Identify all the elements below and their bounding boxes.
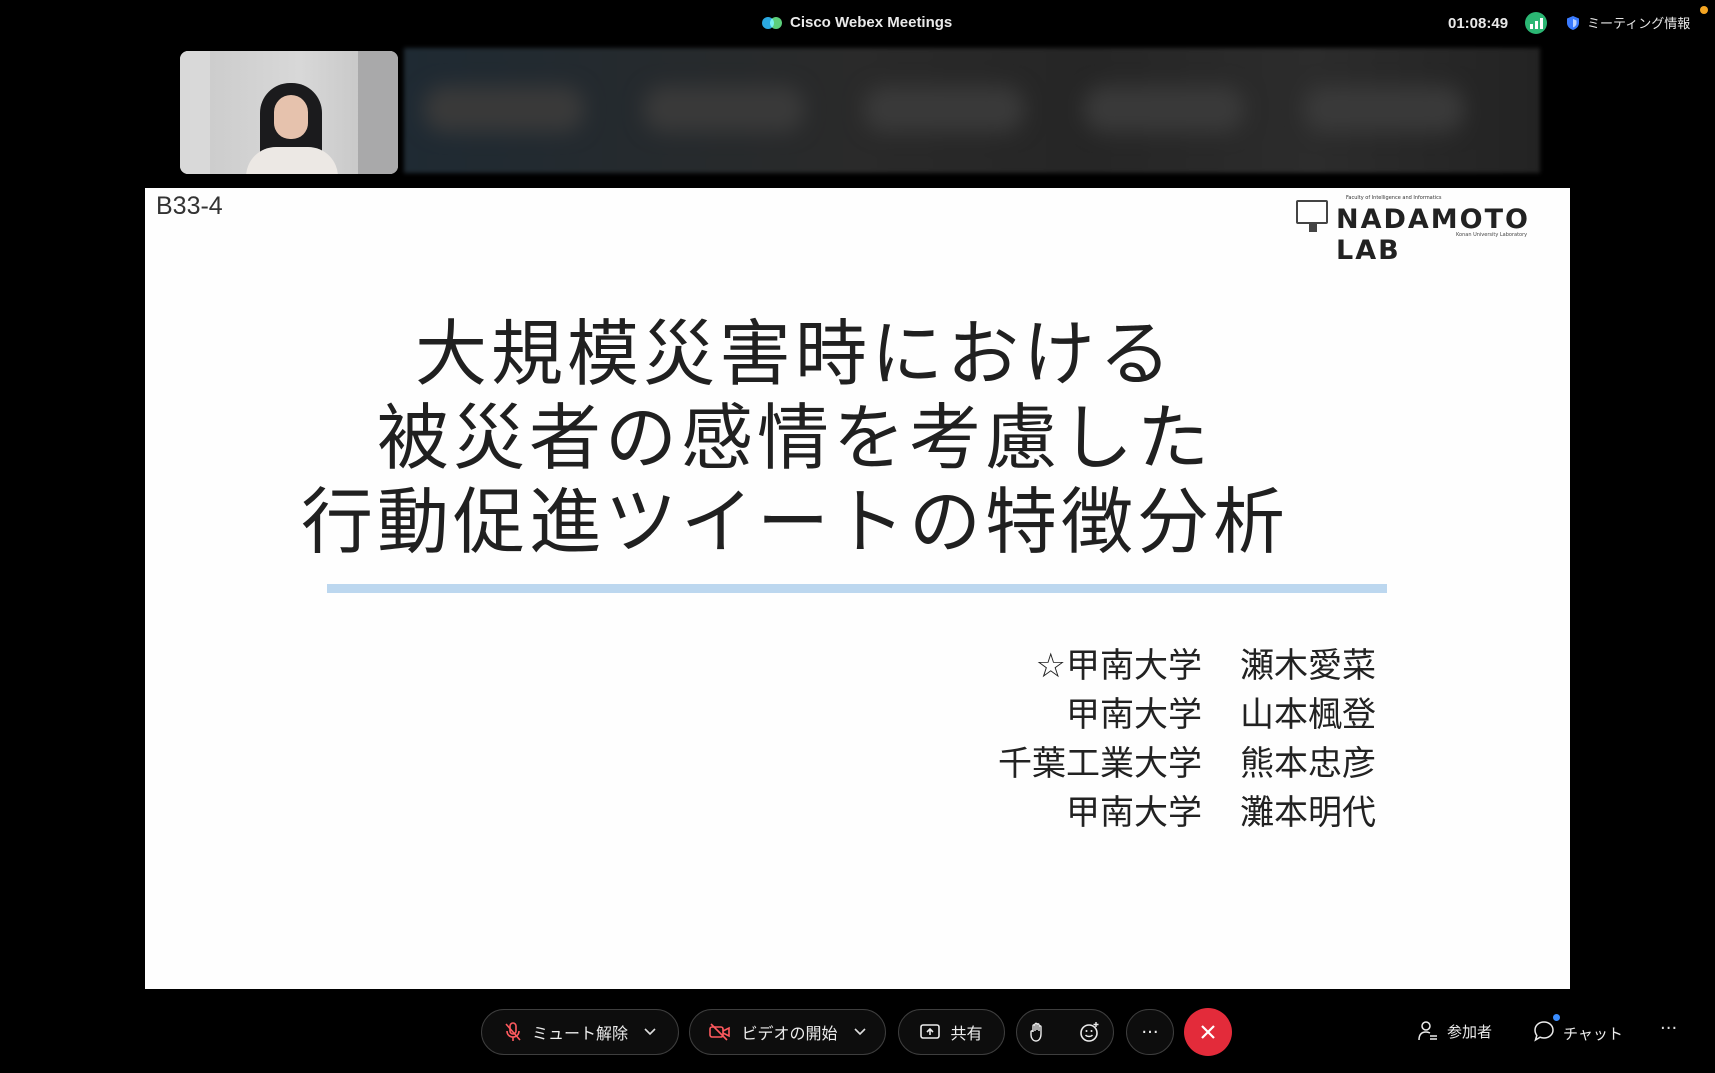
author-affiliation: 千葉工業大学	[998, 744, 1202, 784]
start-video-button[interactable]: ビデオの開始	[689, 1009, 886, 1055]
emoji-icon[interactable]	[1079, 1021, 1101, 1043]
chat-label: チャット	[1563, 1024, 1623, 1043]
title-bar: Cisco Webex Meetings 01:08:49 ミーティング情報	[0, 0, 1715, 48]
reactions-group	[1016, 1009, 1114, 1055]
chat-unread-badge	[1553, 1014, 1560, 1021]
author-name: 山本楓登	[1240, 695, 1376, 735]
meeting-info-button[interactable]: ミーティング情報	[1567, 13, 1690, 32]
participants-label: 参加者	[1447, 1022, 1493, 1041]
participants-button[interactable]: 参加者	[1417, 1020, 1492, 1042]
notification-dot	[1700, 6, 1708, 14]
meeting-info-label: ミーティング情報	[1587, 17, 1691, 32]
slide-title-line: 大規模災害時における	[414, 312, 1175, 396]
overflow-menu-button[interactable]: ···	[1660, 1018, 1677, 1039]
more-label: ···	[1141, 1021, 1159, 1043]
author-row: 甲南大学 灘本明代	[998, 789, 1380, 838]
meeting-timer: 01:08:49	[1448, 15, 1509, 32]
lab-logo: Faculty of Intelligence and Informatics …	[1296, 194, 1566, 266]
more-options-button[interactable]: ···	[1126, 1009, 1174, 1055]
participants-icon	[1418, 1021, 1437, 1041]
chevron-down-icon[interactable]	[853, 1028, 866, 1036]
monitor-icon	[1296, 200, 1328, 224]
signal-strength-icon[interactable]	[1525, 12, 1547, 34]
start-video-label: ビデオの開始	[741, 1024, 838, 1043]
lab-name: NADAMOTO LAB	[1336, 204, 1530, 266]
author-list: ☆甲南大学 瀬木愛菜 甲南大学 山本楓登 千葉工業大学 熊本忠彦 甲南大学 灘本…	[998, 642, 1380, 838]
share-screen-icon	[920, 1024, 941, 1039]
author-name: 灘本明代	[1240, 793, 1376, 833]
slide-title: 大規模災害時における 被災者の感情を考慮した 行動促進ツイートの特徴分析	[145, 312, 1445, 564]
self-video-thumbnail[interactable]	[180, 51, 398, 174]
app-title: Cisco Webex Meetings	[762, 14, 952, 31]
share-button[interactable]: 共有	[898, 1009, 1005, 1055]
participant-body	[246, 147, 338, 174]
title-underline	[327, 584, 1387, 593]
chevron-down-icon[interactable]	[644, 1028, 656, 1036]
background-door	[180, 51, 210, 174]
shared-content-slide: B33-4 Faculty of Intelligence and Inform…	[145, 188, 1570, 989]
participant-face	[274, 95, 308, 139]
unmute-label: ミュート解除	[531, 1024, 628, 1043]
slide-title-line: 被災者の感情を考慮した	[376, 396, 1213, 480]
author-affiliation: ☆甲南大学	[1035, 646, 1202, 686]
slide-id: B33-4	[156, 192, 223, 220]
lab-faculty: Faculty of Intelligence and Informatics	[1346, 195, 1442, 201]
author-row: ☆甲南大学 瀬木愛菜	[998, 642, 1380, 691]
lab-subtitle: Konan University Laboratory	[1456, 232, 1528, 238]
author-row: 千葉工業大学 熊本忠彦	[998, 740, 1380, 789]
participants-video-strip[interactable]	[404, 48, 1540, 173]
author-affiliation: 甲南大学	[1066, 793, 1202, 833]
microphone-off-icon	[505, 1022, 521, 1041]
share-label: 共有	[950, 1024, 983, 1043]
author-name: 瀬木愛菜	[1240, 646, 1376, 686]
shield-icon	[1567, 15, 1579, 30]
author-row: 甲南大学 山本楓登	[998, 691, 1380, 740]
author-name: 熊本忠彦	[1240, 744, 1376, 784]
author-affiliation: 甲南大学	[1066, 695, 1202, 735]
close-icon	[1201, 1025, 1215, 1039]
chat-button[interactable]: チャット	[1533, 1014, 1623, 1046]
app-title-text: Cisco Webex Meetings	[790, 14, 953, 31]
chat-bubble-icon	[1534, 1021, 1554, 1042]
background-wall	[358, 51, 398, 174]
slide-title-line: 行動促進ツイートの特徴分析	[300, 480, 1289, 564]
leave-meeting-button[interactable]	[1184, 1008, 1232, 1056]
webex-logo-icon	[762, 15, 782, 31]
camera-off-icon	[709, 1023, 731, 1041]
unmute-button[interactable]: ミュート解除	[481, 1009, 679, 1055]
raise-hand-icon[interactable]	[1029, 1022, 1045, 1042]
